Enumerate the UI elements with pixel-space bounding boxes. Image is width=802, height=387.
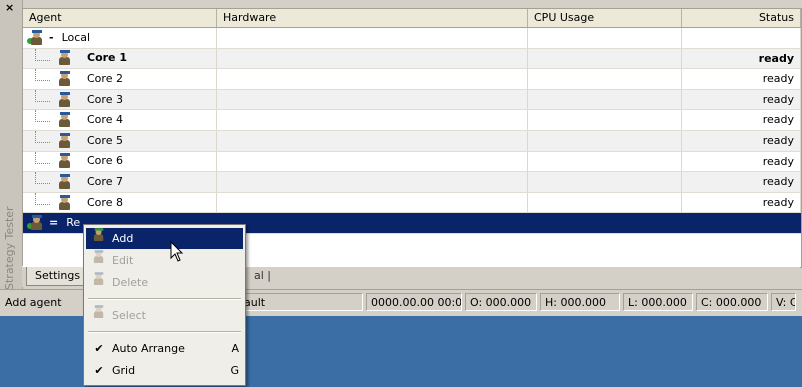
agent-delete-icon	[86, 271, 112, 294]
menu-item-delete[interactable]: Delete	[86, 272, 243, 293]
agent-hardware	[217, 151, 528, 172]
agent-name: Core 3	[87, 92, 123, 106]
menu-item-select[interactable]: Select	[86, 305, 243, 326]
agent-icon	[57, 50, 73, 66]
group-row-local[interactable]: - Local	[23, 28, 801, 49]
panel-title: Strategy Tester	[3, 206, 16, 290]
agent-hardware	[217, 110, 528, 130]
agent-edit-icon	[86, 249, 112, 272]
tree-connector	[35, 69, 50, 82]
tab-agents[interactable]: al |	[254, 267, 271, 285]
agent-row[interactable]: Core 5 ready	[23, 130, 801, 152]
menu-item-add[interactable]: Add	[86, 228, 243, 249]
status-open: O: 000.000	[465, 293, 537, 311]
agent-status: ready	[682, 151, 801, 172]
agent-cpu	[528, 48, 682, 69]
tree-connector	[35, 151, 50, 164]
menu-separator	[88, 331, 241, 333]
status-close: C: 000.000	[696, 293, 768, 311]
agent-cpu	[528, 172, 682, 192]
menu-item-edit[interactable]: Edit	[86, 250, 243, 271]
agent-add-icon	[86, 227, 112, 250]
tree-connector	[35, 172, 50, 185]
status-volume: V: C	[771, 293, 796, 311]
column-header-agent[interactable]: Agent	[23, 9, 217, 27]
agent-icon	[57, 132, 73, 149]
column-header-status[interactable]: Status	[682, 9, 801, 27]
close-icon[interactable]: ×	[5, 1, 14, 14]
agent-cpu	[528, 130, 682, 151]
status-profile: ault	[239, 293, 363, 311]
agent-row[interactable]: Core 4 ready	[23, 110, 801, 131]
column-header-hardware[interactable]: Hardware	[217, 9, 528, 27]
agent-icon	[57, 153, 73, 169]
agent-status: ready	[682, 172, 801, 192]
agent-name: Core 8	[87, 195, 123, 209]
agent-cpu	[528, 192, 682, 213]
agent-hardware	[217, 89, 528, 110]
agent-cpu	[528, 110, 682, 130]
menu-item-grid[interactable]: ✔ Grid G	[86, 360, 243, 381]
checkmark-icon: ✔	[94, 342, 104, 355]
agent-name: Core 1	[87, 51, 127, 65]
agent-hardware	[217, 48, 528, 69]
tree-connector	[35, 130, 50, 143]
agent-select-icon	[86, 304, 112, 327]
agent-cpu	[528, 69, 682, 89]
menu-separator	[88, 298, 241, 300]
column-header-cpu[interactable]: CPU Usage	[528, 9, 682, 27]
status-datetime: 0000.00.00 00:00	[366, 293, 462, 311]
agent-name: Core 7	[87, 174, 123, 188]
agent-name: Core 5	[87, 133, 123, 147]
agent-row[interactable]: Core 6 ready	[23, 151, 801, 173]
agent-hardware	[217, 69, 528, 89]
tree-connector	[35, 110, 50, 123]
agent-status: ready	[682, 192, 801, 213]
agent-hardware	[217, 130, 528, 151]
menu-item-auto-arrange[interactable]: ✔ Auto Arrange A	[86, 338, 243, 359]
group-label: Local	[61, 30, 91, 44]
agent-status: ready	[682, 130, 801, 151]
agent-name: Core 6	[87, 154, 123, 168]
agent-row[interactable]: Core 2 ready	[23, 69, 801, 90]
agent-hardware	[217, 172, 528, 192]
status-low: L: 000.000	[623, 293, 693, 311]
context-menu: Add Edit Delete Select ✔ Auto Arrange A …	[83, 224, 246, 386]
agent-cpu	[528, 151, 682, 172]
agent-status: ready	[682, 48, 801, 69]
checkmark-icon: ✔	[94, 364, 104, 377]
agent-status: ready	[682, 110, 801, 130]
agent-icon	[57, 194, 73, 211]
agent-hardware	[217, 192, 528, 213]
agent-group-icon	[27, 215, 45, 231]
agent-icon	[57, 112, 73, 128]
collapse-icon[interactable]: =	[49, 213, 58, 233]
agent-row[interactable]: Core 3 ready	[23, 89, 801, 111]
agent-row[interactable]: Core 1 ready	[23, 48, 801, 70]
agent-row[interactable]: Core 8 ready	[23, 192, 801, 214]
grid-header: Agent Hardware CPU Usage Status	[23, 9, 801, 28]
tab-settings[interactable]: Settings	[26, 267, 90, 286]
agent-status: ready	[682, 69, 801, 89]
panel-sidebar: × Strategy Tester	[0, 0, 23, 295]
agent-cpu	[528, 89, 682, 110]
tree-connector	[35, 192, 50, 205]
agent-icon	[57, 70, 73, 87]
agent-name: Core 2	[87, 71, 123, 85]
group-label: Re	[66, 216, 81, 230]
collapse-icon[interactable]: -	[49, 28, 54, 48]
agent-icon	[57, 173, 73, 190]
status-high: H: 000.000	[540, 293, 620, 311]
agent-status: ready	[682, 89, 801, 110]
agent-row[interactable]: Core 7 ready	[23, 172, 801, 193]
tree-connector	[35, 48, 50, 61]
mouse-cursor-icon	[170, 241, 184, 262]
tree-connector	[35, 89, 50, 102]
agent-group-icon	[27, 29, 45, 46]
agent-name: Core 4	[87, 113, 123, 127]
agent-icon	[57, 91, 73, 108]
